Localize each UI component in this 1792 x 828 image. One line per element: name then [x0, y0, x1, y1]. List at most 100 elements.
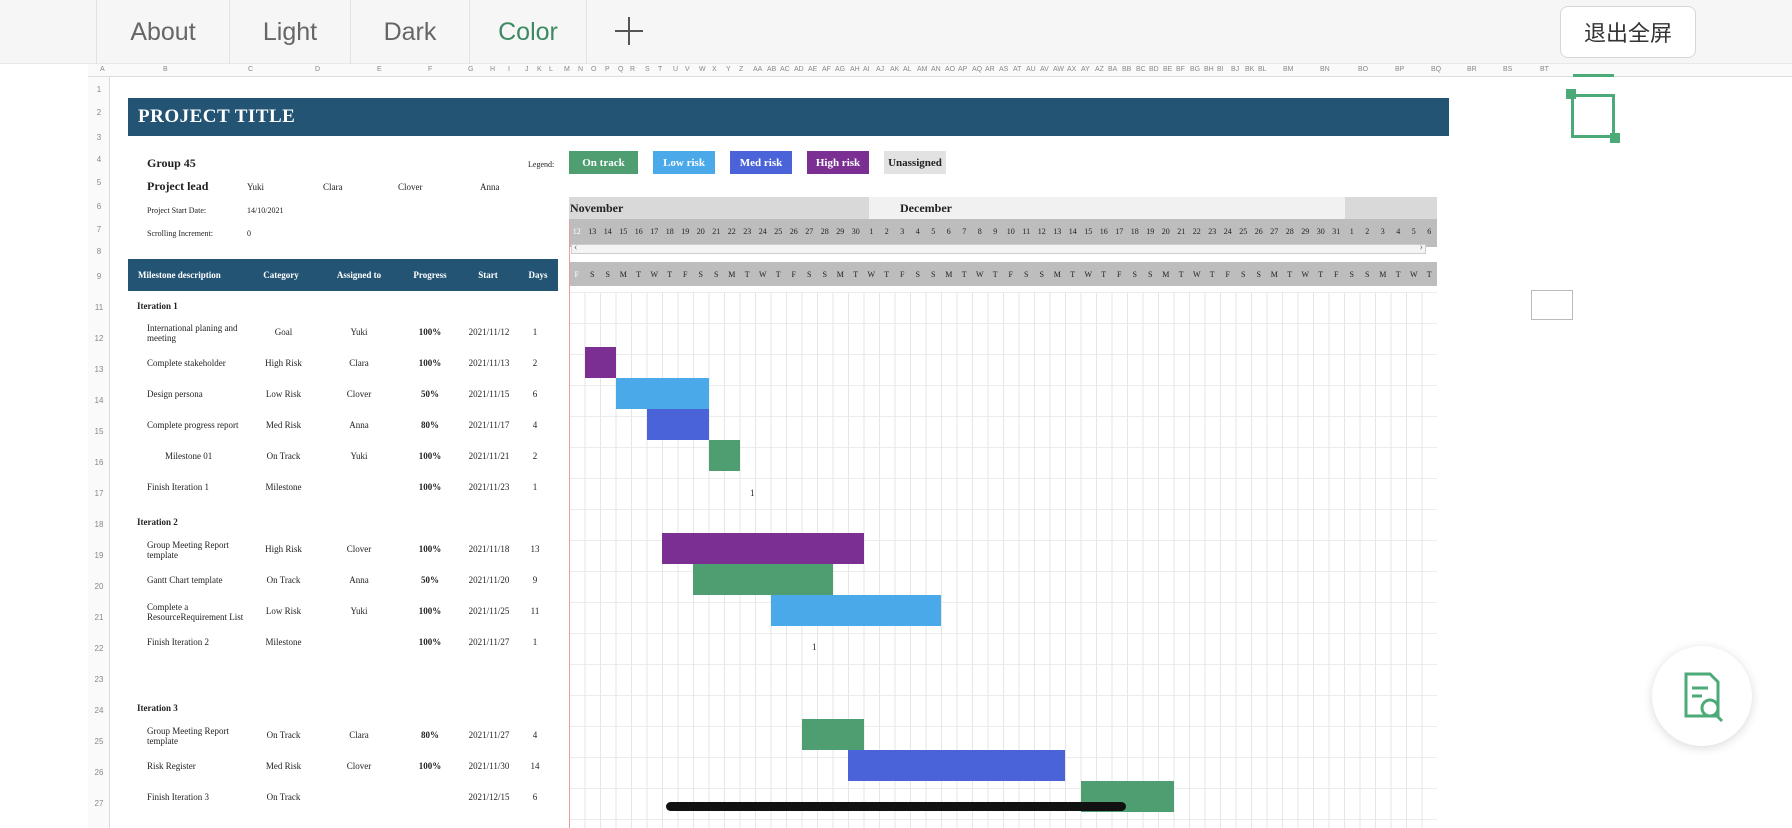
row-number[interactable]: 8 — [88, 247, 110, 256]
column-header[interactable]: K — [537, 66, 542, 73]
milestone-progress[interactable]: 100% — [400, 606, 460, 616]
row-number[interactable]: 13 — [88, 365, 110, 374]
milestone-assignee[interactable]: Yuki — [324, 606, 394, 616]
milestone-progress[interactable]: 80% — [400, 420, 460, 430]
column-header[interactable]: BL — [1258, 66, 1267, 73]
column-header[interactable]: M — [564, 66, 570, 73]
column-header[interactable]: BS — [1503, 66, 1512, 73]
row-number[interactable]: 21 — [88, 613, 110, 622]
column-header[interactable]: AO — [945, 66, 955, 73]
column-header[interactable]: A — [100, 66, 105, 73]
milestone-description[interactable]: Group Meeting Report template — [147, 726, 247, 746]
milestone-start[interactable]: 2021/11/12 — [458, 327, 520, 337]
milestone-start[interactable]: 2021/12/15 — [458, 792, 520, 802]
row-number[interactable]: 27 — [88, 799, 110, 808]
column-header[interactable]: AB — [767, 66, 776, 73]
milestone-days[interactable]: 2 — [515, 358, 555, 368]
milestone-description[interactable]: Group Meeting Report template — [147, 540, 247, 560]
selection-handle-top-left[interactable] — [1566, 89, 1576, 99]
cell-selection-box[interactable] — [1566, 89, 1620, 143]
row-number[interactable]: 7 — [88, 225, 110, 234]
milestone-days[interactable]: 1 — [515, 482, 555, 492]
milestone-progress[interactable]: 100% — [400, 482, 460, 492]
row-number[interactable]: 2 — [88, 108, 110, 117]
gantt-scrollbar[interactable]: ‹ › — [571, 242, 1426, 254]
column-header[interactable]: AP — [958, 66, 967, 73]
milestone-description[interactable]: Gantt Chart template — [147, 575, 247, 585]
tab-color[interactable]: Color — [469, 0, 587, 64]
column-header[interactable]: AY — [1081, 66, 1090, 73]
milestone-description[interactable]: International planing and meeting — [147, 323, 247, 343]
row-number[interactable]: 20 — [88, 582, 110, 591]
milestone-days[interactable]: 6 — [515, 389, 555, 399]
milestone-category[interactable]: On Track — [246, 575, 321, 585]
column-header[interactable]: BR — [1467, 66, 1477, 73]
column-header[interactable]: BO — [1358, 66, 1368, 73]
milestone-days[interactable]: 4 — [515, 420, 555, 430]
milestone-progress[interactable]: 50% — [400, 575, 460, 585]
horizontal-scroll-indicator[interactable] — [666, 802, 1126, 811]
milestone-days[interactable]: 9 — [515, 575, 555, 585]
column-header[interactable]: AJ — [876, 66, 884, 73]
milestone-category[interactable]: Low Risk — [246, 606, 321, 616]
row-number[interactable]: 3 — [88, 133, 110, 142]
column-header[interactable]: E — [377, 66, 382, 73]
gantt-bar[interactable] — [662, 533, 864, 564]
column-header[interactable]: W — [699, 66, 706, 73]
column-header[interactable]: AQ — [972, 66, 982, 73]
milestone-progress[interactable]: 100% — [400, 544, 460, 554]
milestone-progress[interactable]: 100% — [400, 358, 460, 368]
row-number[interactable]: 5 — [88, 178, 110, 187]
column-header[interactable]: BP — [1395, 66, 1404, 73]
column-header[interactable]: Y — [726, 66, 731, 73]
milestone-category[interactable]: Milestone — [246, 482, 321, 492]
column-header[interactable]: J — [525, 66, 529, 73]
milestone-assignee[interactable]: Anna — [324, 575, 394, 585]
row-number[interactable]: 16 — [88, 458, 110, 467]
row-number[interactable]: 17 — [88, 489, 110, 498]
milestone-category[interactable]: On Track — [246, 792, 321, 802]
column-header[interactable]: F — [428, 66, 432, 73]
gantt-bar[interactable] — [848, 750, 1065, 781]
milestone-assignee[interactable]: Yuki — [324, 327, 394, 337]
milestone-assignee[interactable]: Clara — [324, 358, 394, 368]
milestone-start[interactable]: 2021/11/13 — [458, 358, 520, 368]
milestone-progress[interactable]: 100% — [400, 451, 460, 461]
scroll-left-icon[interactable]: ‹ — [574, 242, 577, 253]
milestone-days[interactable]: 4 — [515, 730, 555, 740]
row-number[interactable]: 14 — [88, 396, 110, 405]
milestone-category[interactable]: High Risk — [246, 358, 321, 368]
milestone-start[interactable]: 2021/11/23 — [458, 482, 520, 492]
column-header[interactable]: AS — [999, 66, 1008, 73]
column-header[interactable]: AU — [1026, 66, 1036, 73]
column-header[interactable]: AD — [794, 66, 804, 73]
milestone-description[interactable]: Finish Iteration 3 — [147, 792, 247, 802]
milestone-start[interactable]: 2021/11/20 — [458, 575, 520, 585]
tab-dark[interactable]: Dark — [350, 0, 469, 64]
milestone-start[interactable]: 2021/11/27 — [458, 637, 520, 647]
gantt-bar[interactable] — [646, 409, 709, 440]
milestone-assignee[interactable]: Clover — [324, 761, 394, 771]
column-header[interactable]: AA — [753, 66, 762, 73]
empty-cell[interactable] — [1531, 290, 1573, 320]
column-header[interactable]: N — [578, 66, 583, 73]
tab-about[interactable]: About — [96, 0, 229, 64]
find-button[interactable] — [1652, 646, 1752, 746]
column-header[interactable]: G — [468, 66, 473, 73]
row-number[interactable]: 11 — [88, 303, 110, 312]
column-header[interactable]: AT — [1013, 66, 1021, 73]
column-header[interactable]: AR — [985, 66, 995, 73]
gantt-bar[interactable] — [584, 347, 616, 378]
row-number[interactable]: 15 — [88, 427, 110, 436]
column-header[interactable]: AC — [780, 66, 790, 73]
milestone-assignee[interactable]: Yuki — [324, 451, 394, 461]
column-header[interactable]: R — [630, 66, 635, 73]
milestone-start[interactable]: 2021/11/25 — [458, 606, 520, 616]
milestone-start[interactable]: 2021/11/21 — [458, 451, 520, 461]
column-header[interactable]: BJ — [1231, 66, 1239, 73]
milestone-description[interactable]: Complete progress report — [147, 420, 247, 430]
milestone-days[interactable]: 1 — [515, 637, 555, 647]
milestone-category[interactable]: High Risk — [246, 544, 321, 554]
milestone-category[interactable]: Med Risk — [246, 761, 321, 771]
column-header[interactable]: U — [673, 66, 678, 73]
